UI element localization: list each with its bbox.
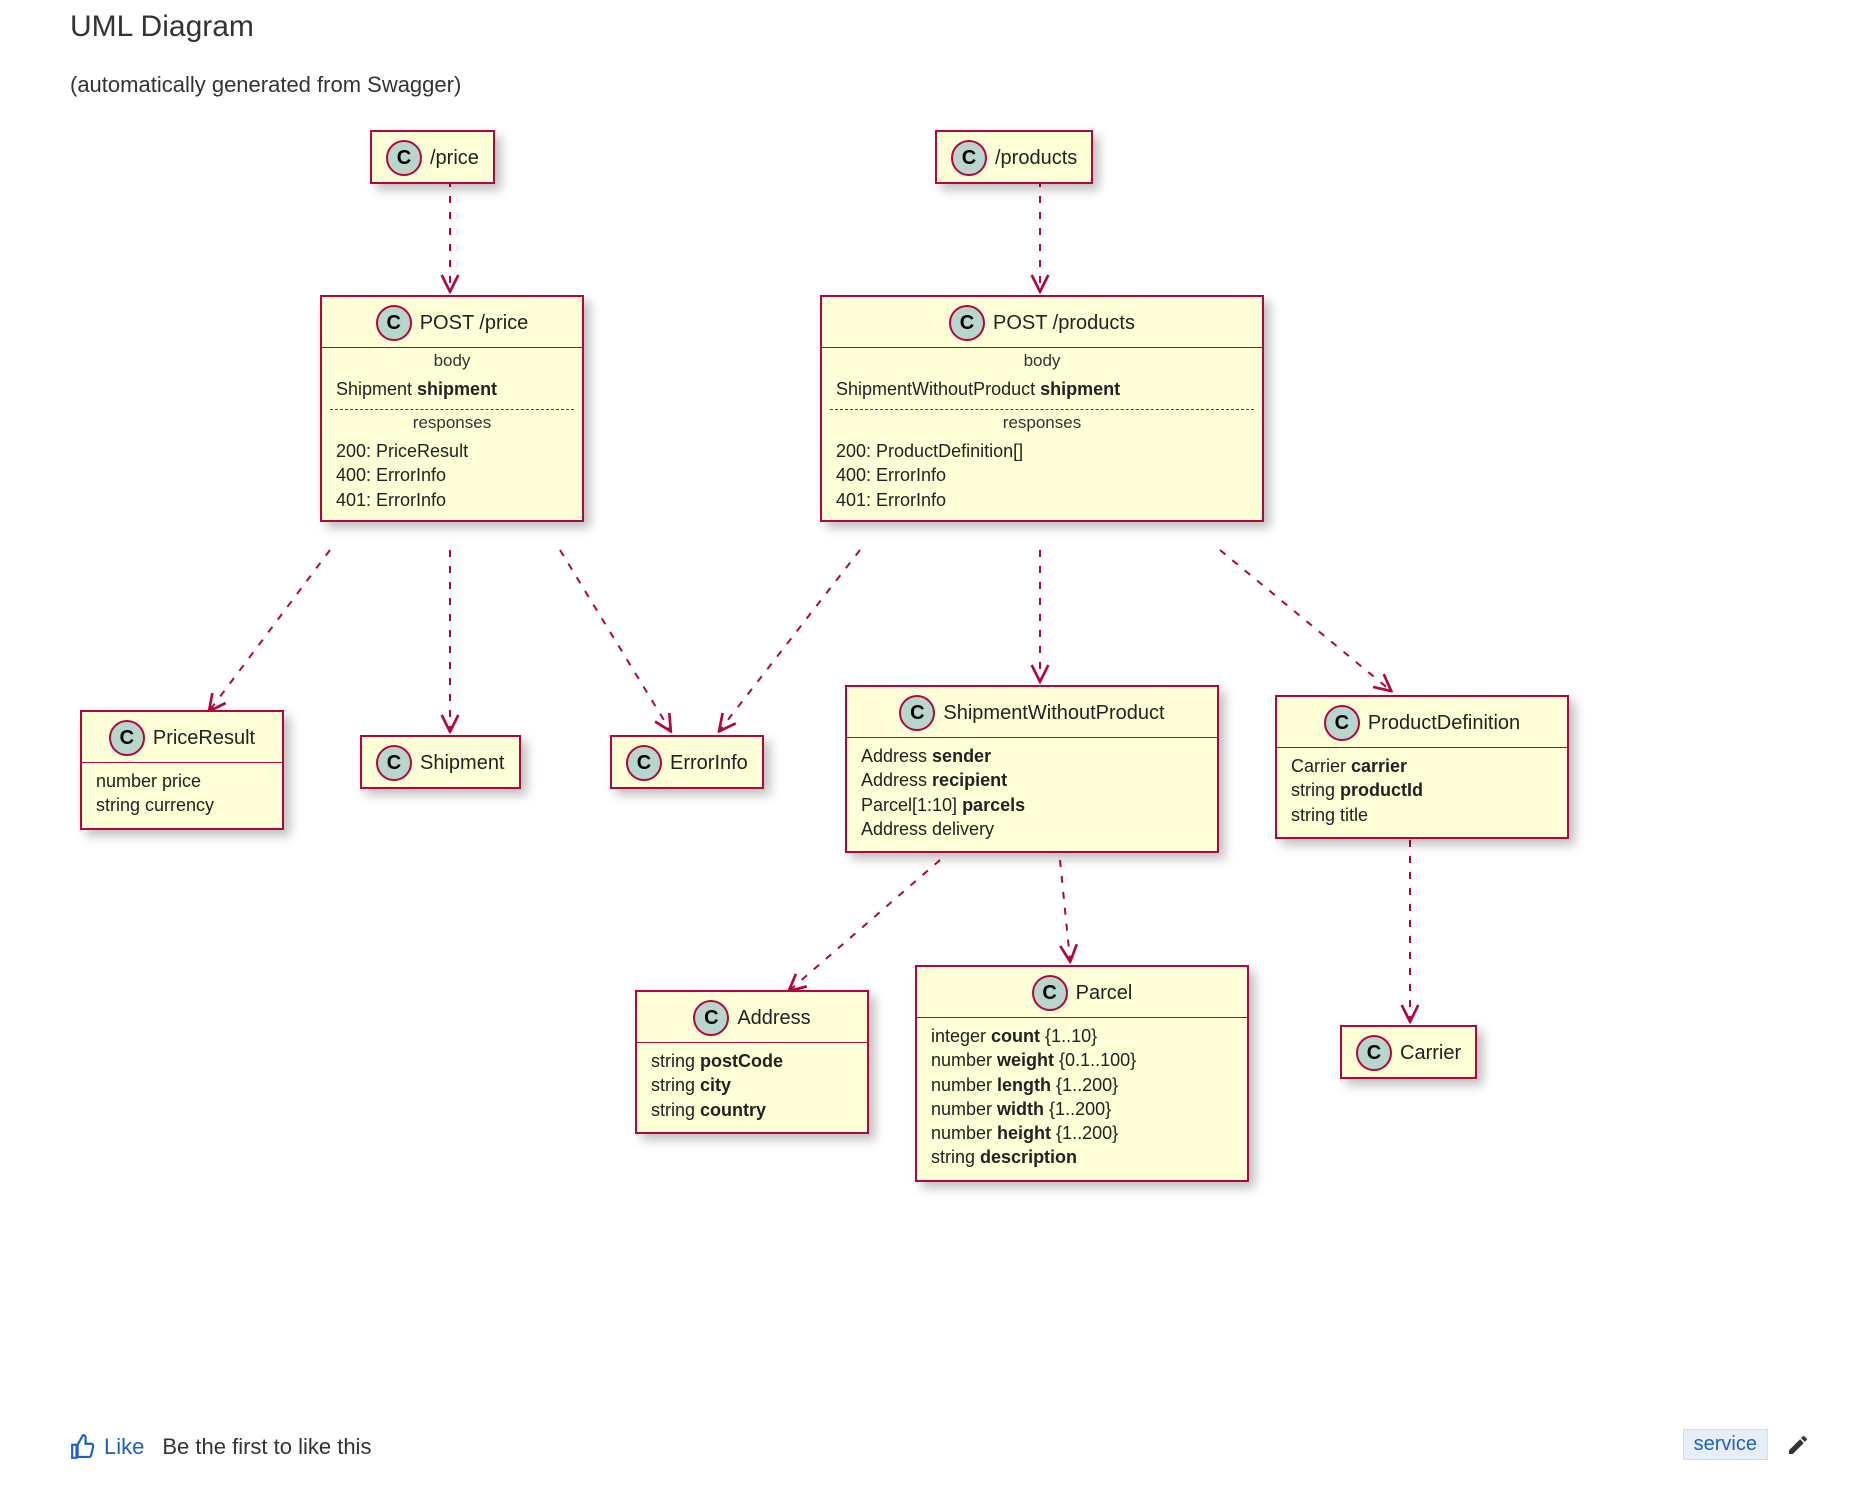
class-post-price: CPOST /price body Shipment Shipment ship… xyxy=(320,295,584,522)
edit-button[interactable] xyxy=(1786,1433,1810,1457)
response-row: 200: PriceResult xyxy=(336,439,568,463)
class-icon: C xyxy=(1032,975,1068,1011)
field: number height {1..200} xyxy=(931,1121,1233,1145)
tag-service[interactable]: service xyxy=(1683,1429,1768,1460)
field: number weight {0.1..100} xyxy=(931,1048,1233,1072)
field: Address sender xyxy=(861,744,1203,768)
class-address: CAddress string postCode string city str… xyxy=(635,990,869,1134)
class-icon: C xyxy=(376,305,412,341)
class-icon: C xyxy=(1324,705,1360,741)
uml-diagram: C/price C/products CPOST /price body Shi… xyxy=(70,120,1690,1320)
field: ShipmentWithoutProduct shipmentShipmentW… xyxy=(836,377,1248,401)
response-row: 401: ErrorInfo xyxy=(836,488,1248,512)
response-row: 400: ErrorInfo xyxy=(336,463,568,487)
class-shipment-without-product: CShipmentWithoutProduct Address sender A… xyxy=(845,685,1219,853)
footer: Like Be the first to like this xyxy=(70,1434,371,1460)
response-row: 401: ErrorInfo xyxy=(336,488,568,512)
response-row: 400: ErrorInfo xyxy=(836,463,1248,487)
class-icon: C xyxy=(951,140,987,176)
field: number price xyxy=(96,769,268,793)
class-carrier: CCarrier xyxy=(1340,1025,1477,1079)
class-icon: C xyxy=(376,745,412,781)
class-parcel: CParcel integer count {1..10} number wei… xyxy=(915,965,1249,1182)
field: Address recipient xyxy=(861,768,1203,792)
field: integer count {1..10} xyxy=(931,1024,1233,1048)
field: Address delivery xyxy=(861,817,1203,841)
field: number length {1..200} xyxy=(931,1073,1233,1097)
class-icon: C xyxy=(386,140,422,176)
field: string postCode xyxy=(651,1049,853,1073)
response-row: 200: ProductDefinition[] xyxy=(836,439,1248,463)
field: string productId xyxy=(1291,778,1553,802)
class-icon: C xyxy=(899,695,935,731)
pencil-icon xyxy=(1786,1433,1810,1457)
like-button[interactable]: Like xyxy=(70,1434,144,1460)
field: Shipment Shipment shipmentshipment xyxy=(336,377,568,401)
class-icon: C xyxy=(1356,1035,1392,1071)
field: string description xyxy=(931,1145,1233,1169)
field: Carrier carrier xyxy=(1291,754,1553,778)
class-errorinfo: CErrorInfo xyxy=(610,735,764,789)
class-shipment: CShipment xyxy=(360,735,521,789)
page-subtitle: (automatically generated from Swagger) xyxy=(70,72,461,98)
field: string country xyxy=(651,1098,853,1122)
class-icon: C xyxy=(949,305,985,341)
class-icon: C xyxy=(693,1000,729,1036)
thumbs-up-icon xyxy=(70,1434,96,1460)
field: number width {1..200} xyxy=(931,1097,1233,1121)
class-post-products: CPOST /products body ShipmentWithoutProd… xyxy=(820,295,1264,522)
page-title: UML Diagram xyxy=(70,10,254,44)
class-products-root: C/products xyxy=(935,130,1093,184)
class-price-result: CPriceResult number price string currenc… xyxy=(80,710,284,830)
field: string city xyxy=(651,1073,853,1097)
class-price-root: C/price xyxy=(370,130,495,184)
class-icon: C xyxy=(626,745,662,781)
field: string title xyxy=(1291,803,1553,827)
class-icon: C xyxy=(109,720,145,756)
field: string currency xyxy=(96,793,268,817)
like-count-text: Be the first to like this xyxy=(162,1434,371,1460)
field: Parcel[1:10] parcels xyxy=(861,793,1203,817)
class-product-definition: CProductDefinition Carrier carrier strin… xyxy=(1275,695,1569,839)
